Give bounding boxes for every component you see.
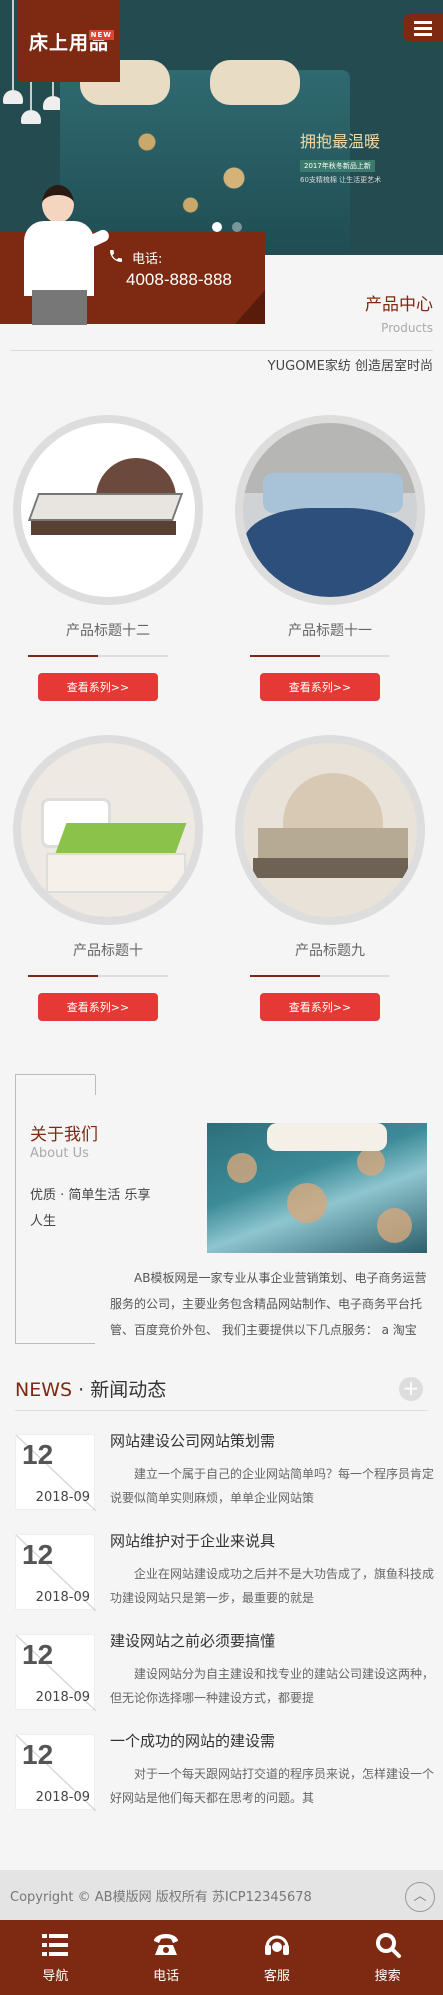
view-series-button[interactable]: 查看系列>>	[38, 673, 158, 701]
product-title[interactable]: 产品标题十	[0, 940, 216, 960]
product-image[interactable]	[13, 735, 203, 925]
lamp-decoration	[3, 0, 23, 104]
news-heading: NEWS · 新闻动态	[15, 1375, 166, 1402]
view-series-button[interactable]: 查看系列>>	[260, 673, 380, 701]
banner-subtitle: 2017年秋冬新品上新	[300, 160, 375, 172]
products-title: 产品中心	[365, 295, 433, 315]
nav-label: 客服	[263, 1969, 290, 1984]
carousel-dots[interactable]	[212, 222, 242, 232]
news-day: 12	[22, 1639, 54, 1670]
product-card[interactable]: 产品标题十二 查看系列>>	[0, 415, 203, 715]
logo-badge: NEW	[88, 30, 114, 40]
product-card[interactable]: 产品标题十一 查看系列>>	[222, 415, 425, 715]
phone-label: 电话:	[132, 252, 163, 267]
news-title[interactable]: 网站维护对于企业来说具	[110, 1530, 275, 1551]
news-title-cn: · 新闻动态	[78, 1379, 167, 1401]
back-to-top-icon[interactable]: ︿	[405, 1882, 435, 1912]
products-title-en: Products	[381, 321, 433, 335]
news-day: 12	[22, 1539, 54, 1570]
nav-label: 搜索	[374, 1969, 401, 1984]
products-heading: 产品中心 Products	[365, 290, 433, 335]
copyright-text: Copyright © AB模版网 版权所有 苏ICP12345678	[10, 1890, 312, 1905]
product-card[interactable]: 产品标题九 查看系列>>	[222, 735, 425, 1035]
news-year-month: 2018-09	[35, 1590, 90, 1605]
title-underline	[28, 655, 168, 657]
news-date: 12 2018-09	[15, 1634, 96, 1711]
product-image[interactable]	[235, 735, 425, 925]
news-day: 12	[22, 1739, 54, 1770]
news-year-month: 2018-09	[35, 1790, 90, 1805]
news-year-month: 2018-09	[35, 1490, 90, 1505]
news-day: 12	[22, 1439, 54, 1470]
news-title-en: NEWS	[15, 1379, 73, 1401]
title-underline	[250, 975, 390, 977]
customer-service-agent-image	[14, 185, 111, 325]
nav-item-guide[interactable]: 导航	[0, 1920, 111, 1995]
about-text: AB模板网是一家专业从事企业营销策划、电子商务运营服务的公司，主要业务包含精品网…	[110, 1271, 427, 1337]
news-title[interactable]: 一个成功的网站的建设需	[110, 1730, 275, 1751]
banner-slogan: 拥抱最温暖	[300, 132, 381, 151]
about-title: 关于我们	[30, 1125, 98, 1145]
view-series-button[interactable]: 查看系列>>	[38, 993, 158, 1021]
product-title[interactable]: 产品标题九	[222, 940, 438, 960]
pillow	[210, 60, 300, 105]
nav-label: 电话	[153, 1969, 180, 1984]
about-image	[207, 1123, 427, 1253]
page: 拥抱最温暖 2017年秋冬新品上新 60支精梳棉 让生活更艺术 床上用品 NEW…	[0, 0, 443, 1995]
list-icon	[42, 1934, 69, 1956]
phone-icon	[108, 248, 126, 266]
phone-number[interactable]: 4008-888-888	[126, 270, 232, 290]
title-underline	[250, 655, 390, 657]
product-title[interactable]: 产品标题十二	[0, 620, 216, 640]
news-date: 12 2018-09	[15, 1434, 96, 1511]
site-logo[interactable]: 床上用品 NEW	[18, 0, 120, 82]
plus-icon[interactable]: +	[399, 1377, 423, 1401]
news-item[interactable]: 12 2018-09 网站维护对于企业来说具 企业在网站建设成功之后并不是大功告…	[15, 1530, 434, 1620]
news-year-month: 2018-09	[35, 1690, 90, 1705]
product-title[interactable]: 产品标题十一	[222, 620, 438, 640]
about-title-en: About Us	[30, 1146, 89, 1161]
nav-item-phone[interactable]: 电话	[111, 1920, 222, 1995]
bottom-nav: 导航 电话 客服 搜索	[0, 1920, 443, 1995]
news-item[interactable]: 12 2018-09 一个成功的网站的建设需 对于一个每天跟网站打交道的程序员来…	[15, 1730, 434, 1820]
nav-item-service[interactable]: 客服	[222, 1920, 333, 1995]
divider	[10, 350, 433, 351]
news-date: 12 2018-09	[15, 1534, 96, 1611]
carousel-dot[interactable]	[232, 222, 242, 232]
product-card[interactable]: 产品标题十 查看系列>>	[0, 735, 203, 1035]
view-series-button[interactable]: 查看系列>>	[260, 993, 380, 1021]
product-image[interactable]	[13, 415, 203, 605]
news-description: 对于一个每天跟网站打交道的程序员来说，怎样建设一个好网站是他们每天都在思考的问题…	[110, 1767, 435, 1805]
news-item[interactable]: 12 2018-09 建设网站之前必须要搞懂 建设网站分为自主建设和找专业的建站…	[15, 1630, 434, 1720]
nav-label: 导航	[42, 1969, 69, 1984]
nav-item-search[interactable]: 搜索	[332, 1920, 443, 1995]
search-icon	[375, 1933, 401, 1958]
title-underline	[28, 975, 168, 977]
headset-icon	[264, 1935, 289, 1955]
news-title[interactable]: 建设网站之前必须要搞懂	[110, 1630, 275, 1651]
news-description: 建立一个属于自己的企业网站简单吗？每一个程序员肯定说要似简单实则麻烦，单单企业网…	[110, 1467, 435, 1505]
news-date: 12 2018-09	[15, 1734, 96, 1811]
news-title[interactable]: 网站建设公司网站策划需	[110, 1430, 275, 1451]
product-image[interactable]	[235, 415, 425, 605]
telephone-icon	[154, 1934, 179, 1955]
news-description: 建设网站分为自主建设和找专业的建站公司建设这两种，但无论你选择哪一种建设方式，都…	[110, 1667, 435, 1705]
news-description: 企业在网站建设成功之后并不是大功告成了，旗鱼科技成功建设网站只是第一步，最重要的…	[110, 1567, 435, 1605]
hamburger-menu-icon[interactable]	[403, 14, 443, 42]
about-tagline: 优质 · 简单生活 乐享人生	[30, 1188, 151, 1229]
copyright-bar: Copyright © AB模版网 版权所有 苏ICP12345678	[0, 1870, 443, 1920]
banner-subtitle-2: 60支精梳棉 让生活更艺术	[300, 176, 382, 184]
carousel-dot[interactable]	[212, 222, 222, 232]
news-item[interactable]: 12 2018-09 网站建设公司网站策划需 建立一个属于自己的企业网站简单吗？…	[15, 1430, 434, 1520]
products-slogan: YUGOME家纺 创造居室时尚	[267, 359, 433, 374]
divider	[15, 1410, 428, 1411]
